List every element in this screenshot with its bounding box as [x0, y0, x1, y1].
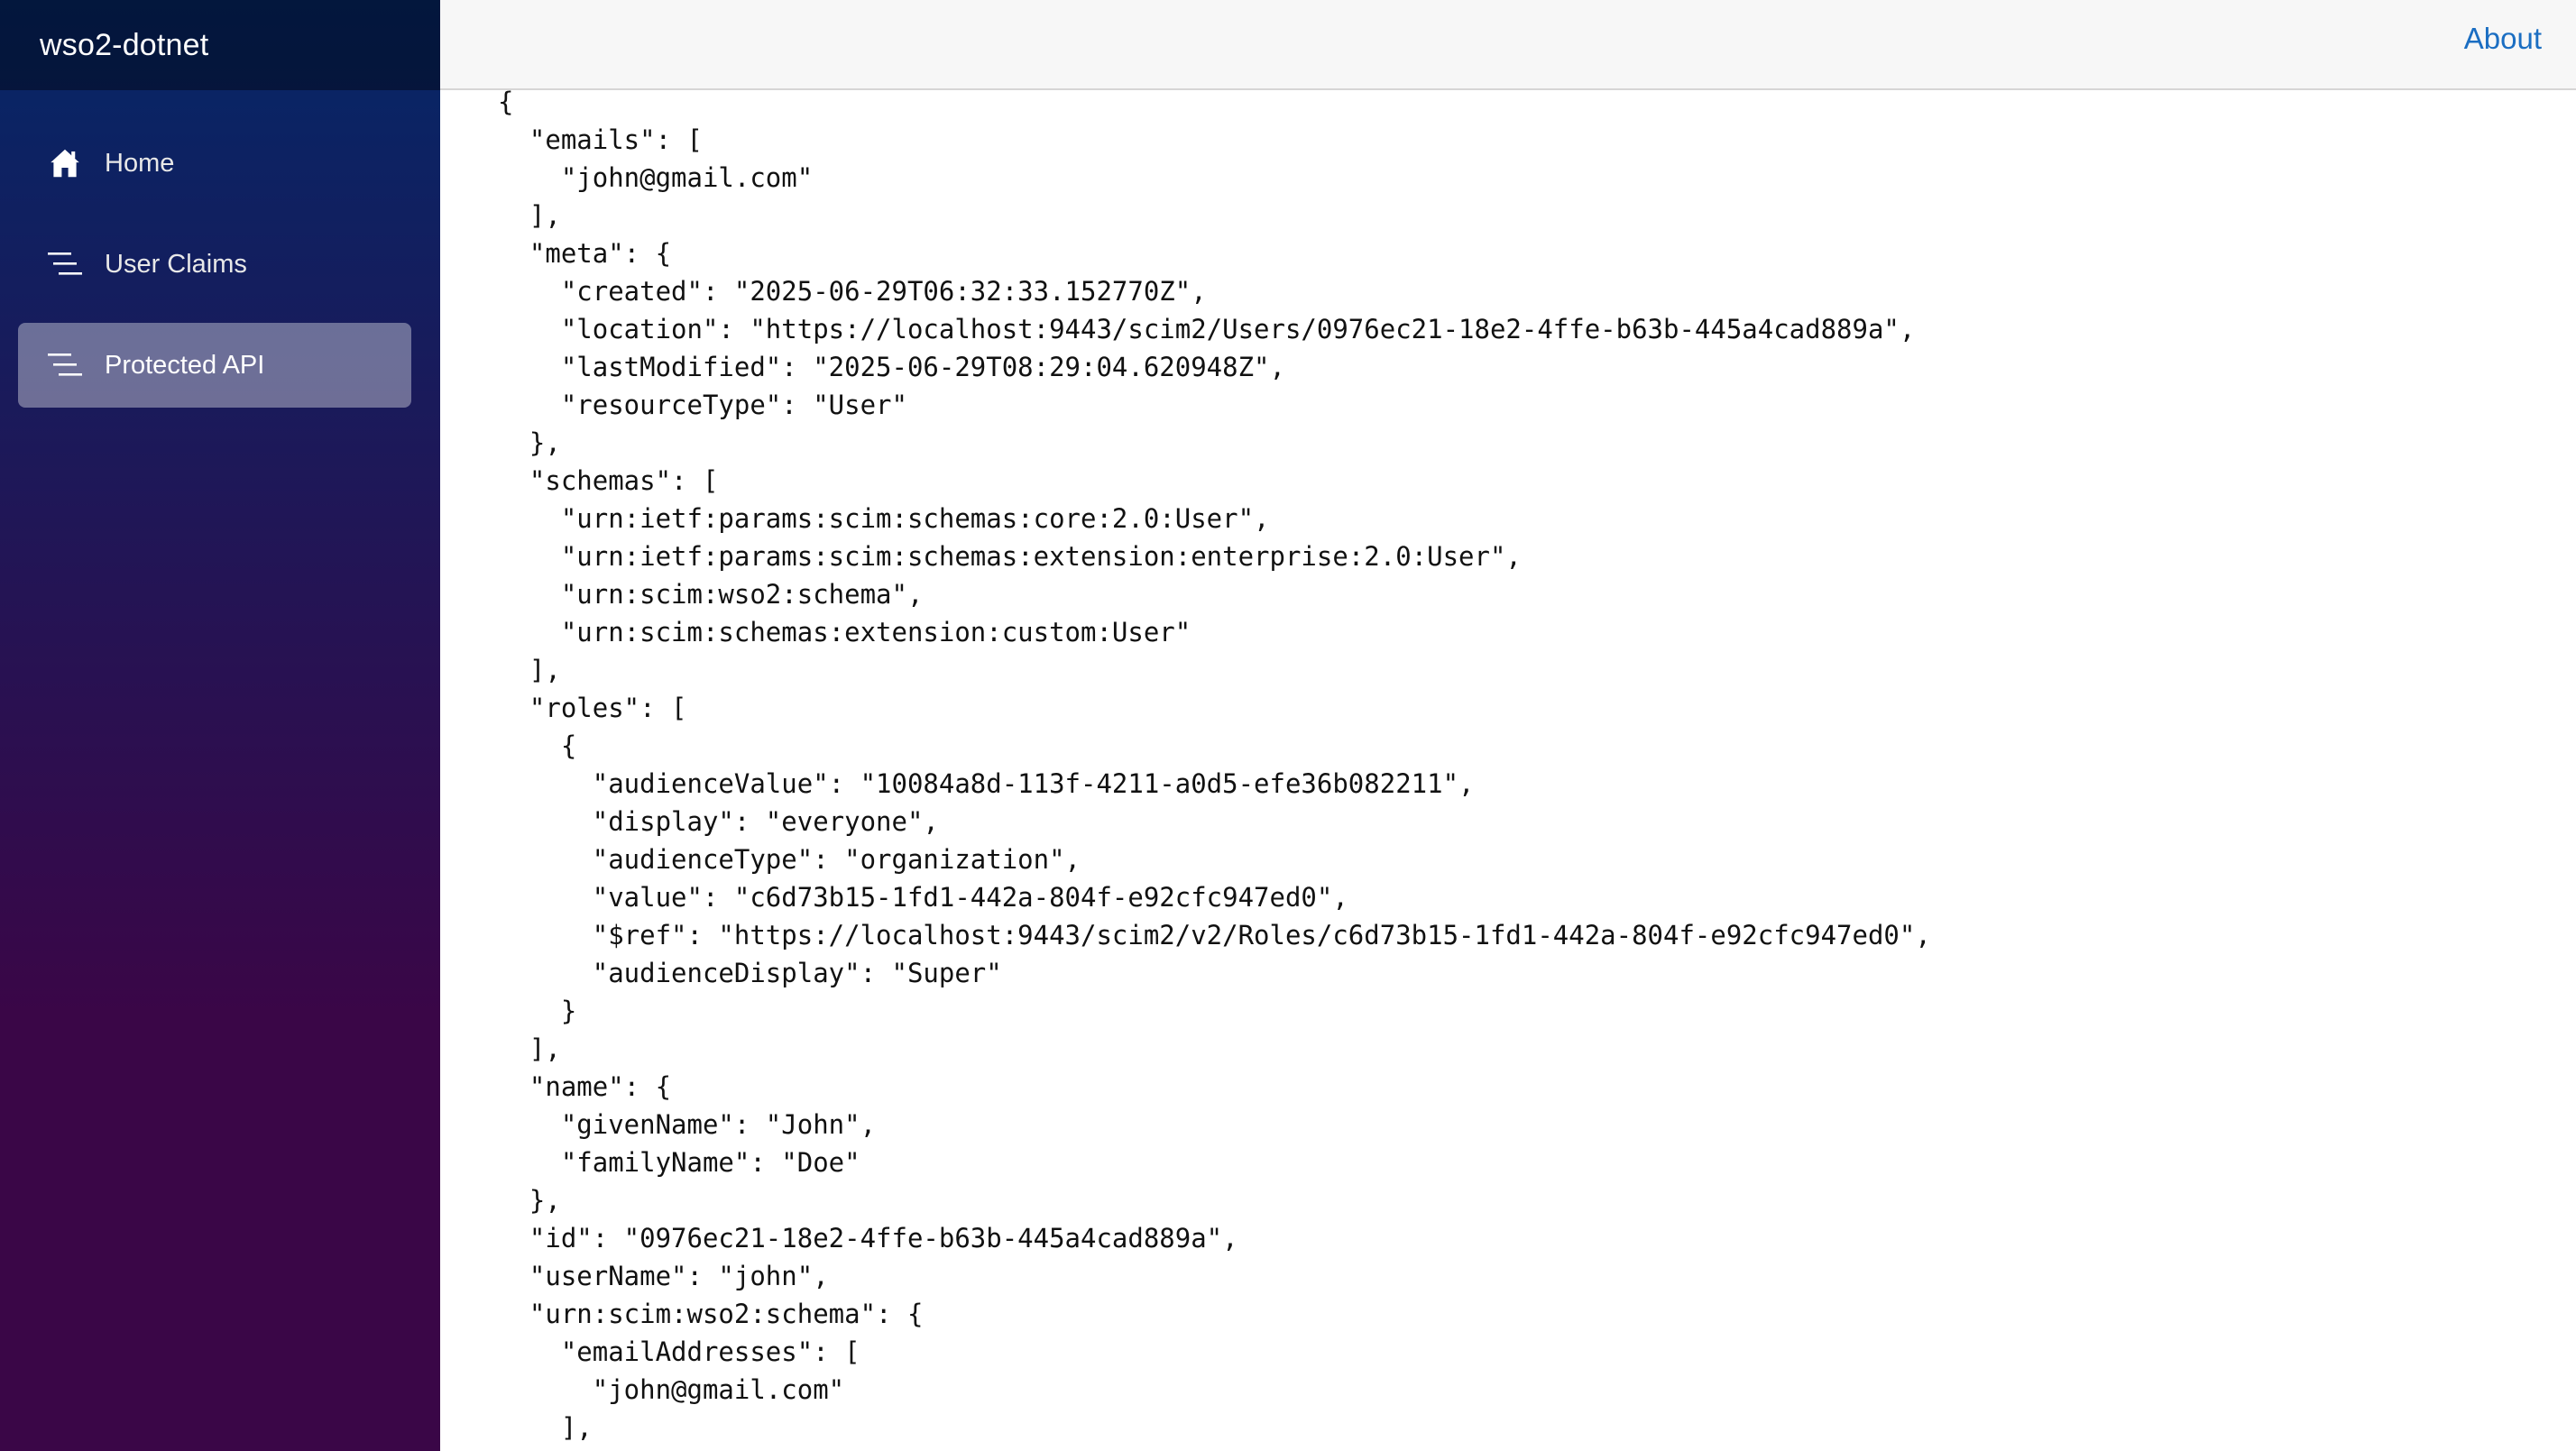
- json-line: "lastModified": "2025-06-29T08:29:04.620…: [498, 352, 1285, 382]
- list-icon: [47, 347, 83, 383]
- json-line: "$ref": "https://localhost:9443/scim2/v2…: [498, 920, 1931, 950]
- json-line: "familyName": "Doe": [498, 1147, 860, 1178]
- json-line: ],: [498, 200, 561, 231]
- json-line: }: [498, 996, 577, 1026]
- list-icon: [47, 246, 83, 282]
- json-line: "urn:scim:wso2:schema": {: [498, 1299, 924, 1329]
- json-line: ],: [498, 1033, 561, 1064]
- about-link[interactable]: About: [2464, 22, 2542, 56]
- json-line: "givenName": "John",: [498, 1109, 877, 1140]
- json-line: "created": "2025-06-29T06:32:33.152770Z"…: [498, 276, 1207, 307]
- json-line: {: [498, 730, 577, 761]
- json-line: "john@gmail.com": [498, 162, 814, 193]
- brand-link[interactable]: wso2-dotnet: [40, 28, 208, 63]
- top-bar: About: [440, 0, 2576, 90]
- json-line: "urn:scim:schemas:extension:custom:User": [498, 617, 1191, 647]
- json-line: "urn:ietf:params:scim:schemas:extension:…: [498, 541, 1522, 572]
- json-line: "audienceDisplay": "Super": [498, 958, 1002, 988]
- main-content: { "emails": [ "john@gmail.com" ], "meta"…: [440, 90, 2576, 1451]
- json-line: "emailAddresses": [: [498, 1336, 860, 1367]
- home-icon: [47, 145, 83, 181]
- json-response-view: { "emails": [ "john@gmail.com" ], "meta"…: [498, 90, 1931, 1446]
- json-line: "urn:scim:wso2:schema",: [498, 579, 924, 610]
- brand-bar: wso2-dotnet: [0, 0, 440, 90]
- json-line: ],: [498, 1412, 593, 1443]
- json-line: "emails": [: [498, 124, 703, 155]
- sidebar-item-user-claims[interactable]: User Claims: [18, 222, 411, 307]
- json-line: {: [498, 90, 514, 117]
- json-line: "name": {: [498, 1071, 672, 1102]
- sidebar-item-label: Home: [105, 148, 175, 178]
- json-line: "schemas": [: [498, 465, 719, 496]
- app-window: wso2-dotnet Home User Claims Protected A…: [0, 0, 2576, 1451]
- json-line: "resourceType": "User": [498, 390, 907, 420]
- json-line: "urn:ietf:params:scim:schemas:core:2.0:U…: [498, 503, 1270, 534]
- sidebar: wso2-dotnet Home User Claims Protected A…: [0, 0, 440, 1451]
- sidebar-item-home[interactable]: Home: [18, 121, 411, 206]
- sidebar-item-label: User Claims: [105, 249, 247, 279]
- json-line: "audienceValue": "10084a8d-113f-4211-a0d…: [498, 768, 1475, 799]
- json-line: "meta": {: [498, 238, 672, 269]
- json-line: "roles": [: [498, 693, 687, 723]
- json-line: "userName": "john",: [498, 1261, 829, 1291]
- json-line: ],: [498, 655, 561, 685]
- json-line: "location": "https://localhost:9443/scim…: [498, 314, 1916, 344]
- json-line: "value": "c6d73b15-1fd1-442a-804f-e92cfc…: [498, 882, 1348, 913]
- json-line: "audienceType": "organization",: [498, 844, 1081, 875]
- json-line: },: [498, 427, 561, 458]
- json-line: "id": "0976ec21-18e2-4ffe-b63b-445a4cad8…: [498, 1223, 1238, 1254]
- sidebar-item-protected-api[interactable]: Protected API: [18, 323, 411, 408]
- json-line: "display": "everyone",: [498, 806, 939, 837]
- sidebar-item-label: Protected API: [105, 350, 265, 380]
- json-line: "john@gmail.com": [498, 1374, 845, 1405]
- json-line: },: [498, 1185, 561, 1216]
